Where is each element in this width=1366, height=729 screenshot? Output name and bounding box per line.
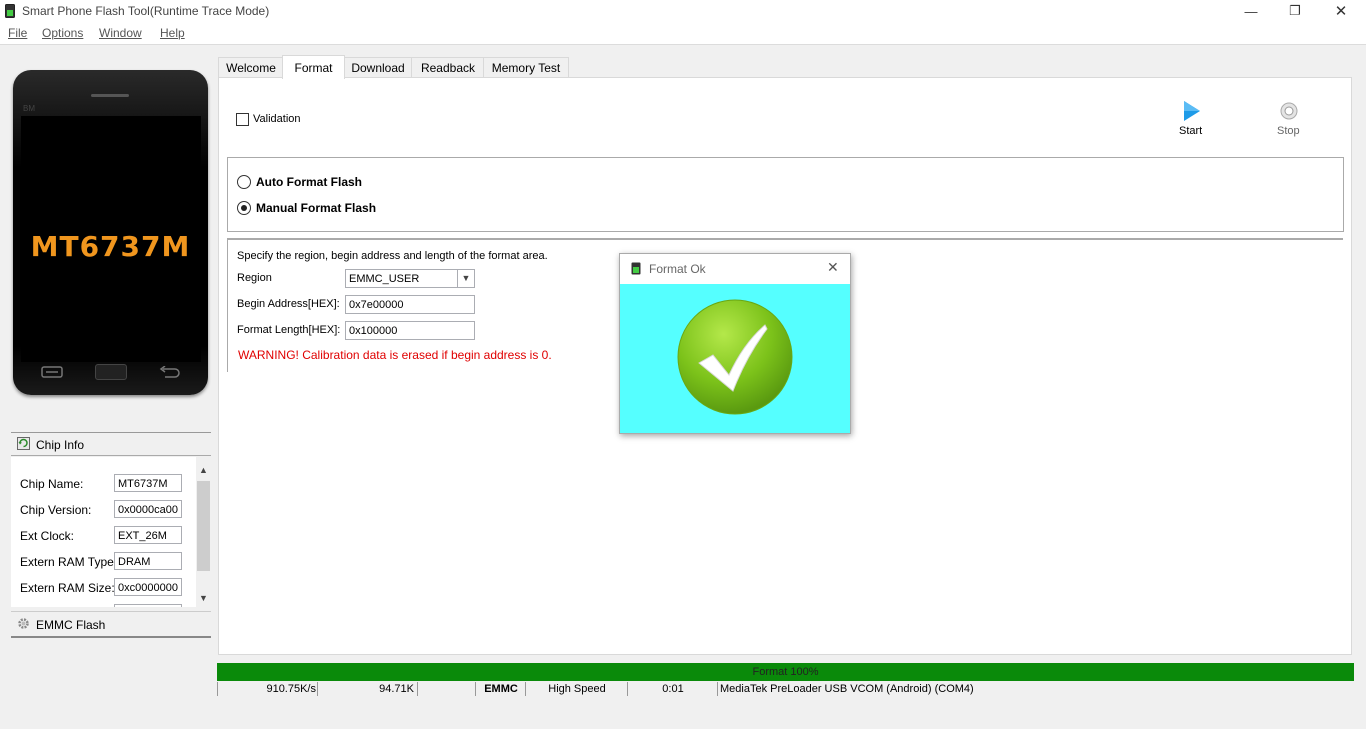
- dialog-body: [620, 284, 850, 433]
- format-length-label: Format Length[HEX]:: [237, 324, 341, 336]
- menu-file[interactable]: File: [8, 26, 27, 40]
- menu-key-icon: [41, 366, 63, 381]
- home-key-icon: [95, 364, 127, 380]
- tab-welcome[interactable]: Welcome: [218, 57, 284, 78]
- play-icon: [1184, 101, 1200, 121]
- minimize-button[interactable]: —: [1228, 0, 1274, 22]
- phone-chip-label: MT6737M: [30, 230, 191, 263]
- menu-options[interactable]: Options: [42, 26, 83, 40]
- warning-text: WARNING! Calibration data is erased if b…: [238, 348, 552, 362]
- dialog-title: Format Ok: [649, 262, 706, 276]
- status-empty: [417, 682, 476, 696]
- manual-format-radio[interactable]: [237, 201, 251, 215]
- auto-format-label[interactable]: Auto Format Flash: [256, 175, 362, 189]
- format-ok-dialog: Format Ok ✕: [619, 253, 851, 434]
- phone-brand: BM: [23, 104, 35, 113]
- format-length-input[interactable]: 0x100000: [345, 321, 475, 340]
- region-select[interactable]: EMMC_USER ▼: [345, 269, 475, 288]
- ram-size-label: Extern RAM Size:: [20, 581, 115, 595]
- status-mode: High Speed: [525, 682, 628, 696]
- progress-label: Format 100%: [752, 666, 819, 678]
- maximize-button[interactable]: ❐: [1272, 0, 1318, 22]
- phone-speaker: [91, 94, 129, 97]
- checkmark-icon: [675, 299, 795, 422]
- status-time: 0:01: [627, 682, 718, 696]
- tab-readback[interactable]: Readback: [411, 57, 485, 78]
- chevron-down-icon[interactable]: ▼: [457, 270, 474, 287]
- region-value: EMMC_USER: [349, 273, 420, 285]
- app-icon: [5, 4, 15, 18]
- manual-format-label[interactable]: Manual Format Flash: [256, 201, 376, 215]
- status-port: MediaTek PreLoader USB VCOM (Android) (C…: [717, 682, 1180, 696]
- window-title: Smart Phone Flash Tool(Runtime Trace Mod…: [22, 4, 270, 18]
- back-key-icon: [159, 365, 181, 381]
- chip-info-scrollbar[interactable]: ▲ ▼: [196, 457, 211, 607]
- chip-info-list: Chip Name: MT6737M Chip Version: 0x0000c…: [11, 457, 196, 607]
- tab-download[interactable]: Download: [343, 57, 413, 78]
- scroll-down-icon[interactable]: ▼: [199, 593, 208, 603]
- emmc-flash-header[interactable]: EMMC Flash: [11, 611, 211, 638]
- dialog-close-icon[interactable]: ✕: [827, 259, 839, 276]
- status-bar: 910.75K/s 94.71K EMMC High Speed 0:01 Me…: [217, 682, 1354, 696]
- scroll-up-icon[interactable]: ▲: [199, 465, 208, 475]
- close-button[interactable]: ✕: [1318, 0, 1364, 22]
- ext-clock-label: Ext Clock:: [20, 529, 75, 543]
- chip-name-label: Chip Name:: [20, 477, 84, 491]
- format-mode-group: Auto Format Flash Manual Format Flash: [227, 157, 1344, 232]
- ext-clock-field[interactable]: EXT_26M: [114, 526, 182, 544]
- scroll-thumb[interactable]: [197, 481, 210, 571]
- validation-checkbox[interactable]: [236, 113, 249, 126]
- progress-bar: Format 100%: [217, 663, 1354, 681]
- begin-address-input[interactable]: 0x7e00000: [345, 295, 475, 314]
- auto-format-radio[interactable]: [237, 175, 251, 189]
- status-speed: 910.75K/s: [217, 682, 318, 696]
- chip-name-field[interactable]: MT6737M: [114, 474, 182, 492]
- menu-bar: [0, 22, 1366, 45]
- chip-info-title: Chip Info: [36, 438, 85, 452]
- ram-type-label: Extern RAM Type:: [20, 555, 118, 569]
- start-label[interactable]: Start: [1179, 125, 1202, 137]
- tab-memory-test[interactable]: Memory Test: [483, 57, 569, 78]
- tab-format[interactable]: Format: [282, 55, 345, 79]
- dialog-app-icon: [631, 262, 641, 278]
- phone-image: BM MT6737M: [13, 70, 208, 395]
- stop-label[interactable]: Stop: [1277, 125, 1300, 137]
- ram-size-field[interactable]: 0xc0000000: [114, 578, 182, 596]
- stop-icon[interactable]: [1280, 102, 1298, 123]
- status-size: 94.71K: [317, 682, 417, 696]
- instruction-text: Specify the region, begin address and le…: [237, 250, 548, 262]
- validation-label: Validation: [253, 113, 301, 125]
- menu-help[interactable]: Help: [160, 26, 185, 40]
- start-button[interactable]: [1181, 100, 1203, 124]
- chip-version-field[interactable]: 0x0000ca00: [114, 500, 182, 518]
- title-bar: Smart Phone Flash Tool(Runtime Trace Mod…: [0, 0, 1366, 22]
- ram-type-field[interactable]: DRAM: [114, 552, 182, 570]
- emmc-flash-label: EMMC Flash: [36, 618, 106, 632]
- gear-icon: [17, 617, 30, 633]
- radio-dot: [241, 205, 247, 211]
- region-label: Region: [237, 272, 272, 284]
- begin-address-label: Begin Address[HEX]:: [237, 298, 340, 310]
- chip-version-label: Chip Version:: [20, 503, 92, 517]
- chip-info-header[interactable]: Chip Info: [11, 433, 211, 456]
- chip-info-icon: [17, 437, 30, 453]
- chip-field-partial: [114, 604, 182, 607]
- menu-window[interactable]: Window: [99, 26, 142, 40]
- status-storage: EMMC: [475, 682, 526, 696]
- chip-info-panel: Chip Info Chip Name: MT6737M Chip Versio…: [11, 432, 211, 638]
